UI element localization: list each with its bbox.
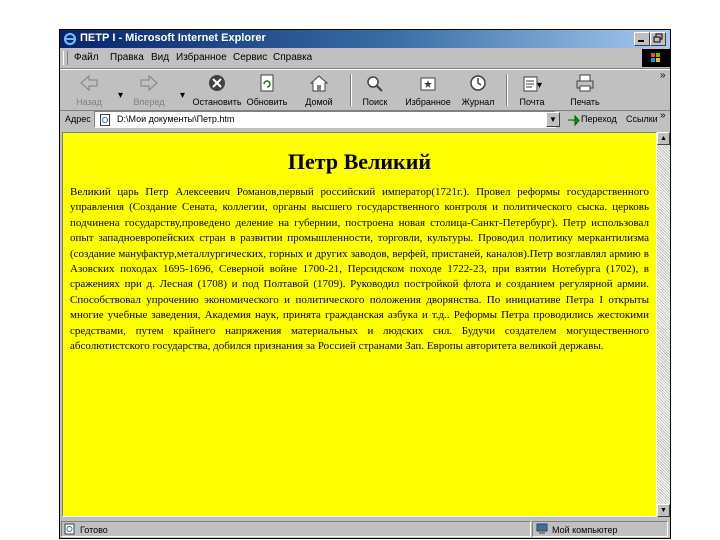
forward-arrow-icon	[140, 74, 158, 92]
arrow-down-icon: ▼	[660, 507, 667, 514]
favorites-icon	[420, 77, 436, 91]
page-heading: Петр Великий	[287, 149, 432, 174]
history-button[interactable]: Журнал	[455, 72, 501, 108]
refresh-label: Обновить	[246, 97, 288, 107]
back-dropdown-icon[interactable]: ▾	[118, 90, 123, 101]
ie-logo-icon	[63, 32, 77, 46]
stop-label: Остановить	[192, 97, 242, 107]
search-icon	[367, 76, 383, 92]
minimize-button[interactable]	[634, 32, 650, 46]
go-button[interactable]: Переход	[565, 111, 623, 128]
menu-tools[interactable]: Сервис	[233, 52, 267, 63]
minimize-icon	[638, 40, 644, 42]
status-bar: Готово Мой компьютер	[60, 520, 670, 538]
restore-button[interactable]	[650, 32, 666, 46]
scroll-down-button[interactable]: ▼	[657, 504, 670, 517]
page-body-text: Великий царь Петр Алексеевич Романов,пер…	[70, 186, 649, 353]
menu-bar: Файл Правка Вид Избранное Сервис Справка	[60, 48, 670, 69]
mail-label: Почта	[519, 97, 545, 107]
scroll-up-button[interactable]: ▲	[657, 132, 670, 145]
address-bar: Адрес D:\Мои документы\Петр.htm ▼ Перехо…	[60, 110, 670, 130]
print-label: Печать	[570, 97, 600, 107]
restore-icon	[653, 33, 663, 43]
history-icon	[470, 75, 486, 91]
computer-icon	[536, 523, 548, 534]
print-icon	[576, 74, 594, 92]
toolbar-overflow-icon[interactable]: »	[660, 70, 666, 81]
browser-window: ПЕТР I - Microsoft Internet Explorer Фай…	[59, 29, 671, 539]
home-icon	[309, 75, 329, 92]
menu-grip[interactable]	[63, 51, 68, 65]
refresh-button[interactable]: Обновить	[244, 72, 290, 108]
menu-favorites[interactable]: Избранное	[176, 52, 227, 63]
address-dropdown-button[interactable]: ▼	[546, 112, 560, 127]
links-overflow-icon[interactable]: »	[660, 110, 666, 121]
go-label: Переход	[581, 114, 617, 124]
home-button[interactable]: Домой	[296, 72, 342, 108]
mail-dropdown-icon[interactable]: ▾	[537, 80, 542, 91]
document-icon	[100, 114, 110, 126]
page-done-icon	[64, 523, 75, 535]
favorites-button[interactable]: Избранное	[402, 72, 454, 108]
stop-icon	[209, 75, 225, 91]
address-label: Адрес	[65, 114, 91, 124]
status-pane-main: Готово	[61, 521, 531, 537]
search-label: Поиск	[362, 97, 388, 107]
back-label: Назад	[76, 97, 102, 107]
print-button[interactable]: Печать	[562, 72, 608, 108]
close-button-edge	[667, 32, 670, 46]
forward-button[interactable]: Вперед	[126, 72, 172, 108]
windows-logo	[642, 49, 670, 67]
window-title: ПЕТР I - Microsoft Internet Explorer	[80, 32, 266, 44]
chevron-down-icon: ▼	[549, 115, 557, 124]
history-label: Журнал	[461, 97, 495, 107]
links-button[interactable]: Ссылки	[626, 114, 658, 124]
forward-dropdown-icon[interactable]: ▾	[180, 90, 185, 101]
favorites-label: Избранное	[405, 97, 451, 107]
stop-button[interactable]: Остановить	[191, 72, 243, 108]
address-input[interactable]: D:\Мои документы\Петр.htm	[94, 111, 556, 128]
search-button[interactable]: Поиск	[352, 72, 398, 108]
menu-edit[interactable]: Правка	[110, 52, 144, 63]
go-arrow-icon	[568, 114, 580, 127]
page-content: Петр Великий Великий царь Петр Алексееви…	[62, 132, 657, 517]
back-arrow-icon	[80, 74, 98, 92]
menu-help[interactable]: Справка	[273, 52, 312, 63]
home-label: Домой	[305, 97, 333, 107]
windows-flag-icon	[651, 53, 660, 62]
arrow-up-icon: ▲	[660, 135, 667, 142]
mail-button[interactable]: Почта	[509, 72, 555, 108]
vertical-scrollbar[interactable]: ▲ ▼	[657, 132, 670, 517]
refresh-icon	[260, 74, 274, 92]
forward-label: Вперед	[133, 97, 165, 107]
toolbar-separator	[506, 74, 508, 106]
back-button[interactable]: Назад	[66, 72, 112, 108]
title-bar[interactable]: ПЕТР I - Microsoft Internet Explorer	[60, 30, 670, 48]
standard-toolbar: Назад ▾ Вперед ▾ Остановить Обновить Дом…	[60, 69, 670, 111]
zone-text: Мой компьютер	[552, 525, 618, 535]
menu-file[interactable]: Файл	[74, 52, 99, 63]
status-pane-zone: Мой компьютер	[532, 521, 668, 537]
status-text: Готово	[80, 525, 108, 535]
menu-view[interactable]: Вид	[151, 52, 169, 63]
